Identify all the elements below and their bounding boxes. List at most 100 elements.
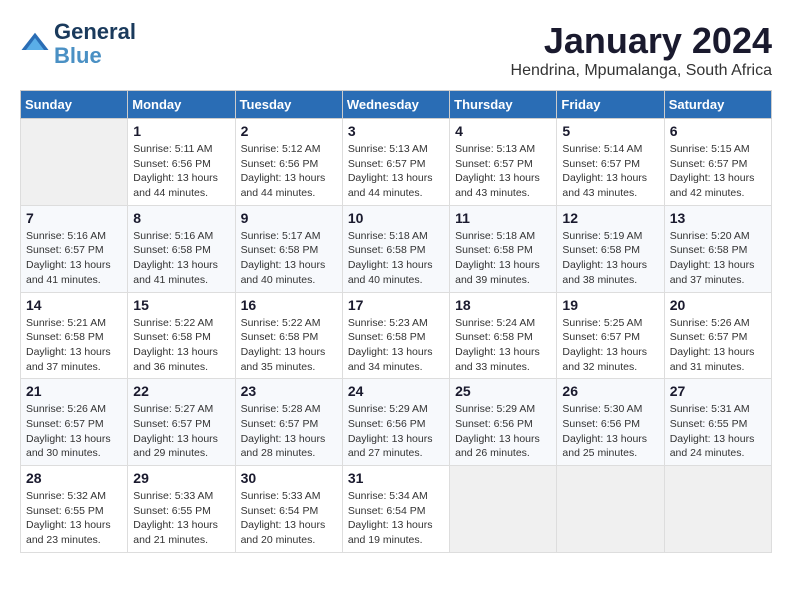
day-number: 9 — [241, 210, 337, 226]
calendar-table: SundayMondayTuesdayWednesdayThursdayFrid… — [20, 90, 772, 553]
day-number: 12 — [562, 210, 658, 226]
calendar-cell: 2Sunrise: 5:12 AM Sunset: 6:56 PM Daylig… — [235, 119, 342, 206]
calendar-cell: 1Sunrise: 5:11 AM Sunset: 6:56 PM Daylig… — [128, 119, 235, 206]
calendar-cell: 17 Sunrise: 5:23 AM Sunset: 6:58 PM Dayli… — [342, 292, 449, 379]
week-row-2: 14 Sunrise: 5:21 AM Sunset: 6:58 PM Dayli… — [21, 292, 772, 379]
calendar-cell: 11 Sunrise: 5:18 AM Sunset: 6:58 PM Dayli… — [450, 205, 557, 292]
day-info: Sunrise: 5:15 AM Sunset: 6:57 PM Dayligh… — [670, 142, 766, 201]
day-number: 11 — [455, 210, 551, 226]
day-number: 10 — [348, 210, 444, 226]
calendar-header-row: SundayMondayTuesdayWednesdayThursdayFrid… — [21, 91, 772, 119]
day-number: 24 — [348, 383, 444, 399]
day-number: 19 — [562, 297, 658, 313]
header-friday: Friday — [557, 91, 664, 119]
day-number: 28 — [26, 470, 122, 486]
header-sunday: Sunday — [21, 91, 128, 119]
calendar-cell: 30 Sunrise: 5:33 AM Sunset: 6:54 PM Dayli… — [235, 466, 342, 553]
day-info: Sunrise: 5:34 AM Sunset: 6:54 PM Dayligh… — [348, 489, 444, 548]
day-info: Sunrise: 5:18 AM Sunset: 6:58 PM Dayligh… — [455, 229, 551, 288]
day-number: 23 — [241, 383, 337, 399]
day-number: 5 — [562, 123, 658, 139]
day-number: 14 — [26, 297, 122, 313]
calendar-cell: 3 Sunrise: 5:13 AM Sunset: 6:57 PM Daylig… — [342, 119, 449, 206]
day-info: Sunrise: 5:33 AM Sunset: 6:54 PM Dayligh… — [241, 489, 337, 548]
calendar-cell: 27 Sunrise: 5:31 AM Sunset: 6:55 PM Dayli… — [664, 379, 771, 466]
day-number: 8 — [133, 210, 229, 226]
calendar-cell: 22 Sunrise: 5:27 AM Sunset: 6:57 PM Dayli… — [128, 379, 235, 466]
logo-line2: Blue — [54, 44, 136, 68]
day-number: 13 — [670, 210, 766, 226]
page-header: General Blue January 2024 Hendrina, Mpum… — [20, 20, 772, 80]
day-number: 2 — [241, 123, 337, 139]
day-info: Sunrise: 5:27 AM Sunset: 6:57 PM Dayligh… — [133, 402, 229, 461]
day-info: Sunrise: 5:29 AM Sunset: 6:56 PM Dayligh… — [348, 402, 444, 461]
calendar-cell: 13Sunrise: 5:20 AM Sunset: 6:58 PM Dayli… — [664, 205, 771, 292]
week-row-4: 28Sunrise: 5:32 AM Sunset: 6:55 PM Dayli… — [21, 466, 772, 553]
day-info: Sunrise: 5:14 AM Sunset: 6:57 PM Dayligh… — [562, 142, 658, 201]
day-number: 3 — [348, 123, 444, 139]
day-number: 27 — [670, 383, 766, 399]
day-number: 15 — [133, 297, 229, 313]
page-title: January 2024 — [511, 20, 772, 62]
day-info: Sunrise: 5:16 AM Sunset: 6:57 PM Dayligh… — [26, 229, 122, 288]
calendar-cell: 4Sunrise: 5:13 AM Sunset: 6:57 PM Daylig… — [450, 119, 557, 206]
day-info: Sunrise: 5:22 AM Sunset: 6:58 PM Dayligh… — [133, 316, 229, 375]
day-info: Sunrise: 5:16 AM Sunset: 6:58 PM Dayligh… — [133, 229, 229, 288]
calendar-cell: 19 Sunrise: 5:25 AM Sunset: 6:57 PM Dayli… — [557, 292, 664, 379]
day-number: 6 — [670, 123, 766, 139]
day-info: Sunrise: 5:19 AM Sunset: 6:58 PM Dayligh… — [562, 229, 658, 288]
day-number: 25 — [455, 383, 551, 399]
header-tuesday: Tuesday — [235, 91, 342, 119]
day-number: 21 — [26, 383, 122, 399]
calendar-cell: 18Sunrise: 5:24 AM Sunset: 6:58 PM Dayli… — [450, 292, 557, 379]
calendar-cell — [450, 466, 557, 553]
header-saturday: Saturday — [664, 91, 771, 119]
day-number: 7 — [26, 210, 122, 226]
day-number: 31 — [348, 470, 444, 486]
page-subtitle: Hendrina, Mpumalanga, South Africa — [511, 62, 772, 80]
calendar-cell: 24 Sunrise: 5:29 AM Sunset: 6:56 PM Dayli… — [342, 379, 449, 466]
calendar-cell: 9 Sunrise: 5:17 AM Sunset: 6:58 PM Daylig… — [235, 205, 342, 292]
calendar-cell: 10Sunrise: 5:18 AM Sunset: 6:58 PM Dayli… — [342, 205, 449, 292]
day-info: Sunrise: 5:31 AM Sunset: 6:55 PM Dayligh… — [670, 402, 766, 461]
title-section: January 2024 Hendrina, Mpumalanga, South… — [511, 20, 772, 80]
day-info: Sunrise: 5:30 AM Sunset: 6:56 PM Dayligh… — [562, 402, 658, 461]
calendar-cell — [557, 466, 664, 553]
day-info: Sunrise: 5:23 AM Sunset: 6:58 PM Dayligh… — [348, 316, 444, 375]
calendar-cell: 23 Sunrise: 5:28 AM Sunset: 6:57 PM Dayli… — [235, 379, 342, 466]
day-info: Sunrise: 5:28 AM Sunset: 6:57 PM Dayligh… — [241, 402, 337, 461]
logo: General Blue — [20, 20, 136, 68]
day-info: Sunrise: 5:21 AM Sunset: 6:58 PM Dayligh… — [26, 316, 122, 375]
calendar-cell: 26 Sunrise: 5:30 AM Sunset: 6:56 PM Dayli… — [557, 379, 664, 466]
day-number: 30 — [241, 470, 337, 486]
day-number: 16 — [241, 297, 337, 313]
day-number: 1 — [133, 123, 229, 139]
day-info: Sunrise: 5:33 AM Sunset: 6:55 PM Dayligh… — [133, 489, 229, 548]
week-row-3: 21 Sunrise: 5:26 AM Sunset: 6:57 PM Dayli… — [21, 379, 772, 466]
day-info: Sunrise: 5:26 AM Sunset: 6:57 PM Dayligh… — [26, 402, 122, 461]
day-info: Sunrise: 5:26 AM Sunset: 6:57 PM Dayligh… — [670, 316, 766, 375]
calendar-cell — [21, 119, 128, 206]
day-number: 26 — [562, 383, 658, 399]
calendar-cell: 25 Sunrise: 5:29 AM Sunset: 6:56 PM Dayli… — [450, 379, 557, 466]
day-number: 4 — [455, 123, 551, 139]
calendar-cell — [664, 466, 771, 553]
day-number: 22 — [133, 383, 229, 399]
day-info: Sunrise: 5:13 AM Sunset: 6:57 PM Dayligh… — [348, 142, 444, 201]
day-number: 17 — [348, 297, 444, 313]
week-row-0: 1Sunrise: 5:11 AM Sunset: 6:56 PM Daylig… — [21, 119, 772, 206]
header-monday: Monday — [128, 91, 235, 119]
calendar-cell: 29Sunrise: 5:33 AM Sunset: 6:55 PM Dayli… — [128, 466, 235, 553]
calendar-cell: 21 Sunrise: 5:26 AM Sunset: 6:57 PM Dayli… — [21, 379, 128, 466]
day-info: Sunrise: 5:17 AM Sunset: 6:58 PM Dayligh… — [241, 229, 337, 288]
day-info: Sunrise: 5:25 AM Sunset: 6:57 PM Dayligh… — [562, 316, 658, 375]
calendar-cell: 5 Sunrise: 5:14 AM Sunset: 6:57 PM Daylig… — [557, 119, 664, 206]
logo-line1: General — [54, 20, 136, 44]
calendar-cell: 8 Sunrise: 5:16 AM Sunset: 6:58 PM Daylig… — [128, 205, 235, 292]
day-info: Sunrise: 5:29 AM Sunset: 6:56 PM Dayligh… — [455, 402, 551, 461]
calendar-cell: 6 Sunrise: 5:15 AM Sunset: 6:57 PM Daylig… — [664, 119, 771, 206]
calendar-cell: 12 Sunrise: 5:19 AM Sunset: 6:58 PM Dayli… — [557, 205, 664, 292]
calendar-cell: 16Sunrise: 5:22 AM Sunset: 6:58 PM Dayli… — [235, 292, 342, 379]
week-row-1: 7 Sunrise: 5:16 AM Sunset: 6:57 PM Daylig… — [21, 205, 772, 292]
calendar-cell: 14 Sunrise: 5:21 AM Sunset: 6:58 PM Dayli… — [21, 292, 128, 379]
